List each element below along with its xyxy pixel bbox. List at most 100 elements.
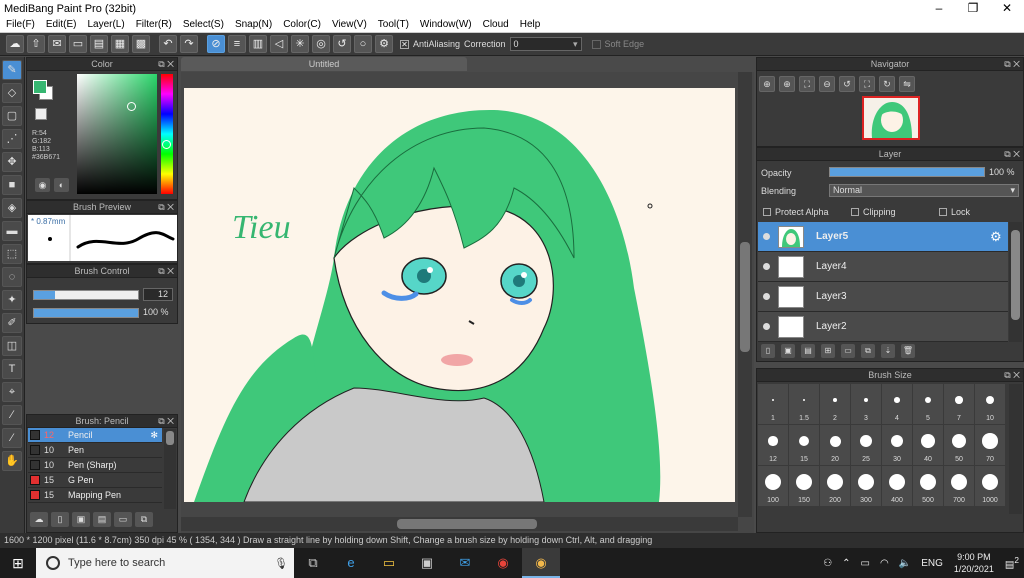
brush-tool-icon[interactable]: ✎ [2,60,22,80]
medibang-taskbar-icon[interactable]: ◉ [522,548,560,578]
visibility-icon[interactable] [763,263,770,270]
menu-view[interactable]: View(V) [326,19,372,30]
folder-icon[interactable]: ▭ [841,344,855,358]
taskbar-search[interactable]: Type here to search 🎙 [36,548,294,578]
menu-cloud[interactable]: Cloud [477,19,514,30]
bucket-tool-icon[interactable]: ◈ [2,198,22,218]
zoom-fit-icon[interactable]: ⊕ [759,76,775,92]
panel-close-icon[interactable]: ⧉ ✕ [158,201,174,214]
magic-wand-icon[interactable]: ✦ [2,290,22,310]
color-wheel-icon[interactable]: ◐ [54,178,69,192]
close-button[interactable]: ✕ [990,0,1024,17]
soft-edge-checkbox[interactable] [591,39,601,49]
visibility-icon[interactable] [763,233,770,240]
move-tool-icon[interactable]: ✥ [2,152,22,172]
merge-layer-icon[interactable]: ⇣ [881,344,895,358]
vanishing-snap-icon[interactable]: ◁ [270,35,288,53]
menu-snap[interactable]: Snap(N) [229,19,277,30]
brush-opacity-slider[interactable] [33,308,139,318]
brush-size-option[interactable]: 15 [789,425,819,465]
windows-start-icon[interactable]: ⊞ [0,548,36,578]
visibility-icon[interactable] [763,323,770,330]
brush-size-option[interactable]: 70 [975,425,1005,465]
chrome-icon[interactable]: ◉ [484,548,522,578]
blending-select[interactable]: Normal [829,184,1019,197]
antialiasing-checkbox[interactable]: ✕ [400,39,409,49]
dot-tool-icon[interactable]: ⋰ [2,129,22,149]
saturation-value-picker[interactable] [77,74,157,194]
layer-list-scrollbar[interactable] [1009,222,1022,342]
flip-icon[interactable]: ⇋ [899,76,915,92]
brush-size-option[interactable]: 700 [944,466,974,506]
new-brush-icon[interactable]: ▯ [51,512,69,527]
brush-size-option[interactable]: 2 [820,384,850,424]
zoom-in-icon[interactable]: ⊕ [779,76,795,92]
text-tool-icon[interactable]: T [2,359,22,379]
minimize-button[interactable]: – [922,0,956,17]
language-indicator[interactable]: ENG [921,558,943,569]
brush-item[interactable]: 10 Pen (Sharp) [28,458,162,473]
menu-help[interactable]: Help [514,19,546,30]
add-brush-icon[interactable]: ▣ [72,512,90,527]
select-tool-icon[interactable]: ⬚ [2,244,22,264]
drawing-canvas[interactable]: Tieu [184,88,735,502]
foreground-color-swatch[interactable] [33,80,47,94]
brush-size-option[interactable]: 100 [758,466,788,506]
menu-window[interactable]: Window(W) [414,19,477,30]
new-8bit-layer-icon[interactable]: ▤ [801,344,815,358]
brush-size-option[interactable]: 3 [851,384,881,424]
delete-layer-icon[interactable]: 🗑 [901,344,915,358]
rotate-left-icon[interactable]: ↺ [839,76,855,92]
brush-size-option[interactable]: 200 [820,466,850,506]
task-view-icon[interactable]: ⧉ [294,548,332,578]
add-layer-menu-icon[interactable]: ⊞ [821,344,835,358]
edge-icon[interactable]: e [332,548,370,578]
microphone-icon[interactable]: 🎙 [274,557,294,570]
panel-close-icon[interactable]: ⧉ ✕ [1004,58,1020,71]
lock-checkbox[interactable]: Lock [939,207,970,217]
hand-tool-icon[interactable]: ✋ [2,451,22,471]
notification-icon[interactable]: ▤2 [1005,555,1019,570]
layer-opacity-slider[interactable] [829,167,985,177]
brush-size-option[interactable]: 7 [944,384,974,424]
maximize-button[interactable]: ❐ [956,0,990,17]
select-pen-icon[interactable]: ✐ [2,313,22,333]
duplicate-icon[interactable]: ⧉ [135,512,153,527]
gradient-tool-icon[interactable]: ▬ [2,221,22,241]
share-icon[interactable]: ▭ [69,35,87,53]
menu-color[interactable]: Color(C) [277,19,326,30]
eyedropper-icon[interactable]: ⁄ [2,428,22,448]
clock[interactable]: 9:00 PM 1/20/2021 [954,551,994,575]
layer-row[interactable]: Layer3 [758,282,1008,312]
new-halftone-layer-icon[interactable]: ▣ [781,344,795,358]
brush-size-option[interactable]: 50 [944,425,974,465]
store-icon[interactable]: ▣ [408,548,446,578]
fill-rect-tool-icon[interactable]: ■ [2,175,22,195]
copy-brush-icon[interactable]: ▤ [93,512,111,527]
parallel-snap-icon[interactable]: ≡ [228,35,246,53]
menu-select[interactable]: Select(S) [177,19,229,30]
shape-tool-icon[interactable]: ▢ [2,106,22,126]
brush-size-option[interactable]: 12 [758,425,788,465]
palette-icon[interactable]: ◉ [35,178,50,192]
canvas-vertical-scrollbar[interactable] [738,72,752,517]
undo-icon[interactable]: ↶ [159,35,177,53]
battery-icon[interactable]: ▭ [861,558,870,569]
brush-size-option[interactable]: 500 [913,466,943,506]
navigator-thumbnail[interactable] [862,96,920,140]
brush-size-option[interactable]: 30 [882,425,912,465]
brush-size-option[interactable]: 4 [882,384,912,424]
upload-icon[interactable]: ⇧ [27,35,45,53]
protect-alpha-checkbox[interactable]: Protect Alpha [763,207,829,217]
document-tab[interactable]: Untitled [181,57,467,71]
gear-icon[interactable]: ⚙ [990,229,1004,245]
comment-icon[interactable]: ✉ [48,35,66,53]
fit-window-icon[interactable]: ⛶ [799,76,815,92]
panel-close-icon[interactable]: ⧉ ✕ [1004,369,1020,382]
layout-icon[interactable]: ▦ [111,35,129,53]
snap-settings-icon[interactable]: ⚙ [375,35,393,53]
gear-icon[interactable]: ✻ [150,430,158,441]
panel-close-icon[interactable]: ⧉ ✕ [1004,148,1020,161]
sv-cursor[interactable] [127,102,136,111]
brush-size-option[interactable]: 20 [820,425,850,465]
